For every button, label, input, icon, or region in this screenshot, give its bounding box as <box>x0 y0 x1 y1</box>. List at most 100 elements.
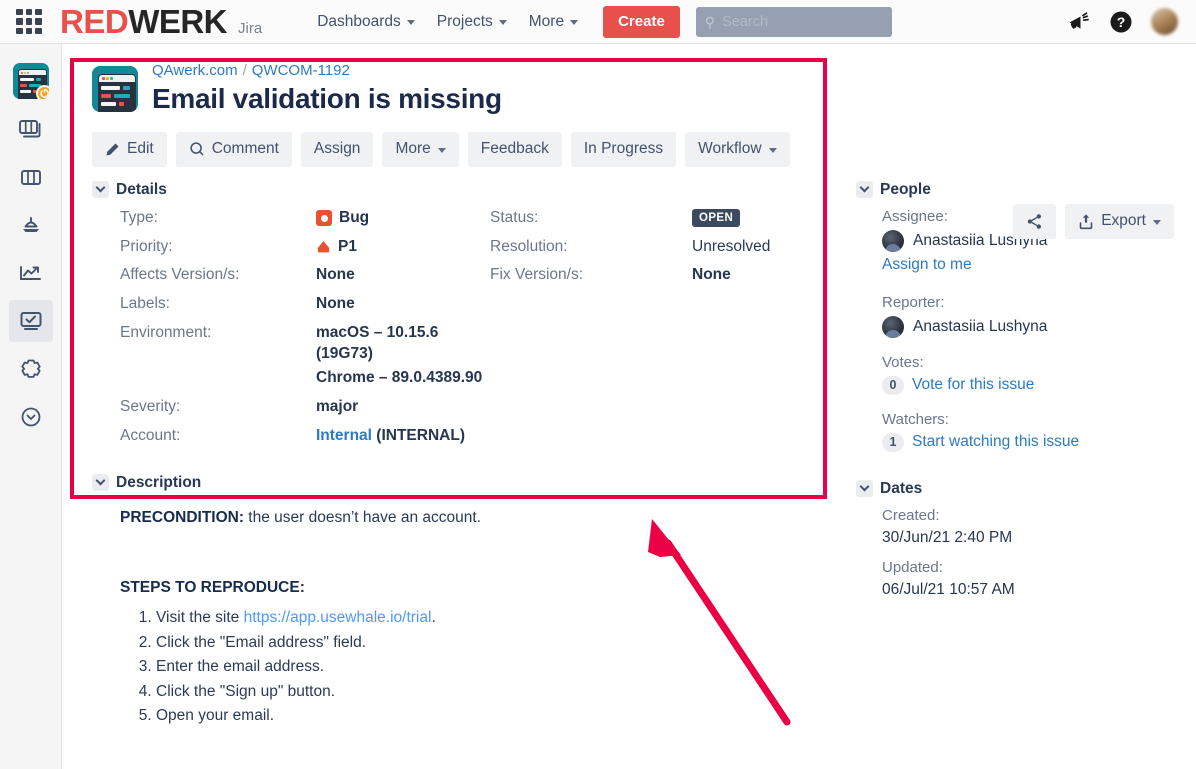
logo-text-dark: WERK <box>128 2 228 40</box>
export-button[interactable]: Export <box>1065 204 1174 239</box>
reporter-label: Reporter: <box>882 293 945 311</box>
search-placeholder: Search <box>722 13 769 30</box>
affects-version-label: Affects Version/s: <box>120 266 240 284</box>
components-icon <box>20 359 41 378</box>
list-item: Visit the site https://app.usewhale.io/t… <box>156 606 830 630</box>
chevron-down-icon <box>92 474 109 492</box>
account-suffix: (INTERNAL) <box>376 426 465 444</box>
app-switcher-icon[interactable] <box>16 8 42 35</box>
description-body: PRECONDITION: the user doesn’t have an a… <box>92 506 830 729</box>
grid-dot <box>16 8 23 16</box>
help-circle-icon[interactable]: ? <box>1109 10 1133 34</box>
bug-icon <box>316 210 332 227</box>
step-text: Open your email. <box>156 707 275 725</box>
step-link[interactable]: https://app.usewhale.io/trial <box>244 609 432 626</box>
issues-icon <box>20 312 41 330</box>
chevron-down-icon <box>856 480 873 498</box>
avatar <box>882 315 904 338</box>
type-label: Type: <box>120 208 158 226</box>
grid-dot <box>25 18 33 25</box>
workflow-button[interactable]: Workflow <box>685 132 790 167</box>
share-button[interactable] <box>1013 204 1057 239</box>
dates-values: Created: 30/Jun/21 2:40 PM Updated: 06/J… <box>856 507 1170 599</box>
nav-item-more[interactable]: More <box>518 7 589 37</box>
edit-label: Edit <box>127 140 154 157</box>
redwerk-logo[interactable]: RED WERK Jira <box>60 3 262 41</box>
grid-dot <box>35 18 42 25</box>
more-button[interactable]: More <box>382 132 459 167</box>
dates-section-header[interactable]: Dates <box>856 480 1170 498</box>
step-text: Visit the site <box>156 609 244 627</box>
issue-detail-page: QAwerk.com / QWCOM-1192 Email validation i… <box>62 44 1196 769</box>
issue-toolbar: Edit Comment Assign More Feedback In Pro… <box>62 116 1196 167</box>
labels-value: None <box>316 295 355 313</box>
chevron-down-icon <box>1153 219 1161 225</box>
feedback-button[interactable]: Feedback <box>467 132 562 167</box>
people-section-header[interactable]: People <box>856 181 1170 199</box>
resolution-label: Resolution: <box>490 237 568 255</box>
assign-to-me-link[interactable]: Assign to me <box>882 256 972 274</box>
sidebar-item-project-avatar[interactable] <box>9 60 53 102</box>
issue-main-column: Details Type: Bug Priority: P1 Affects V… <box>62 181 830 729</box>
issue-toolbar-right: Export <box>1013 204 1174 239</box>
environment-line-os: macOS – 10.15.6 (19G73) <box>316 324 439 363</box>
reporter-person[interactable]: Anastasiia Lushyna <box>882 315 1170 338</box>
top-navigation-bar: RED WERK Jira Dashboards Projects More Cr… <box>0 0 1196 44</box>
sidebar-item-reports[interactable] <box>9 252 53 294</box>
reports-icon <box>19 266 41 280</box>
chevron-down-icon <box>92 181 109 199</box>
votes-count-badge: 0 <box>882 375 904 395</box>
description-section-header[interactable]: Description <box>92 474 830 492</box>
details-fields: Type: Bug Priority: P1 Affects Version/s… <box>92 208 830 447</box>
project-badge-icon <box>35 85 49 99</box>
nav-item-projects[interactable]: Projects <box>426 7 518 37</box>
create-button[interactable]: Create <box>603 5 680 38</box>
vote-for-issue-link[interactable]: Vote for this issue <box>912 376 1034 394</box>
comment-icon <box>190 142 204 156</box>
user-avatar[interactable] <box>1151 8 1178 35</box>
watchers-label: Watchers: <box>882 410 949 428</box>
grid-dot <box>35 27 42 35</box>
steps-heading: STEPS TO REPRODUCE: <box>120 579 305 597</box>
sidebar-item-backlog[interactable] <box>9 108 53 150</box>
account-link[interactable]: Internal <box>316 427 372 444</box>
assign-label: Assign <box>313 140 361 157</box>
votes-block: Votes: 0 Vote for this issue <box>856 354 1170 395</box>
details-section-header[interactable]: Details <box>92 181 830 199</box>
breadcrumb-project-link[interactable]: QAwerk.com <box>152 62 238 79</box>
start-watching-link[interactable]: Start watching this issue <box>912 433 1079 451</box>
backlog-icon <box>18 120 40 138</box>
updated-label: Updated: <box>882 558 943 576</box>
assign-button[interactable]: Assign <box>300 132 374 167</box>
megaphone-icon[interactable] <box>1067 11 1091 33</box>
issue-project-icon <box>92 66 138 112</box>
step-text: Enter the email address. <box>156 658 325 676</box>
type-value: Bug <box>316 208 490 229</box>
share-icon <box>1027 214 1042 229</box>
sidebar-item-releases[interactable] <box>9 204 53 246</box>
nav-item-dashboards[interactable]: Dashboards <box>306 7 426 37</box>
status-badge: OPEN <box>692 208 741 228</box>
in-progress-button[interactable]: In Progress <box>570 132 677 167</box>
sidebar-item-components[interactable] <box>9 348 53 390</box>
chevron-down-icon <box>768 147 777 153</box>
more-label: More <box>395 140 431 157</box>
export-icon <box>1079 214 1093 229</box>
sidebar-item-recent[interactable] <box>9 396 53 438</box>
issue-project-window <box>98 74 136 112</box>
votes-label: Votes: <box>882 353 924 371</box>
edit-button[interactable]: Edit <box>92 132 167 167</box>
chevron-down-icon <box>406 20 415 25</box>
breadcrumb-issue-key-link[interactable]: QWCOM-1192 <box>252 62 350 79</box>
step-text: Click the "Sign up" button. <box>156 682 336 700</box>
status-label: Status: <box>490 208 539 226</box>
grid-dot <box>35 8 42 16</box>
search-input[interactable]: ⚲ Search <box>695 6 892 37</box>
labels-label: Labels: <box>120 295 170 313</box>
severity-value: major <box>316 398 359 416</box>
people-heading: People <box>880 180 931 198</box>
issue-side-column: People Assignee: Anastasiia Lushyna Assi… <box>830 181 1170 729</box>
comment-button[interactable]: Comment <box>175 132 292 167</box>
sidebar-item-board[interactable] <box>9 156 53 198</box>
sidebar-item-issues[interactable] <box>8 300 53 342</box>
